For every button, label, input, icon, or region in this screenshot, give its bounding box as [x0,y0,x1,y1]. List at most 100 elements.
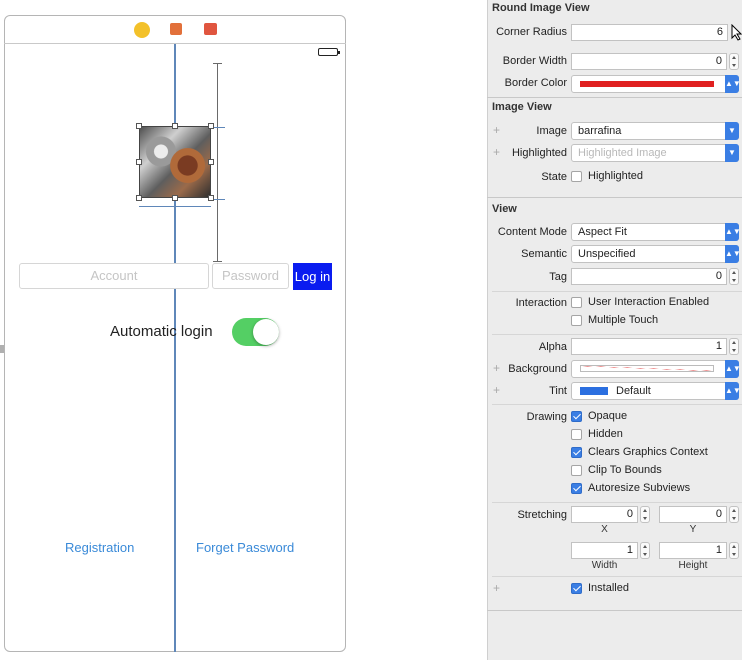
clear-color-swatch [580,365,714,372]
corner-radius-field[interactable]: 6 [571,24,728,41]
state-label: State [541,171,567,183]
chevron-updown-icon: ▲▼ [725,223,741,241]
alpha-field[interactable]: 1 [571,338,727,355]
resize-handle[interactable] [208,123,214,129]
resize-handle[interactable] [172,195,178,201]
clip-to-bounds-checkbox[interactable] [571,465,582,476]
y-caption: Y [689,524,697,535]
opaque-checkbox[interactable] [571,411,582,422]
semantic-popup[interactable]: Unspecified ▲▼ [571,245,741,263]
section-title-image-view: Image View [492,101,552,113]
stretch-height-stepper[interactable] [729,542,739,559]
divider [492,502,742,503]
semantic-label: Semantic [521,248,567,260]
section-divider [487,610,742,611]
stretch-height-field[interactable]: 1 [659,542,727,559]
resize-handle[interactable] [136,123,142,129]
divider [492,291,742,292]
user-interaction-label: User Interaction Enabled [588,296,710,308]
account-field[interactable]: Account [19,263,209,289]
divider [492,404,742,405]
stretch-x-field[interactable]: 0 [571,506,638,523]
drawing-label: Drawing [526,411,567,423]
background-label: Background [508,363,567,375]
chevron-down-icon: ▼ [725,144,739,162]
interaction-label: Interaction [515,297,567,309]
border-color-label: Border Color [504,77,567,89]
x-caption: X [601,524,608,535]
tag-label: Tag [549,271,567,283]
stretching-label: Stretching [517,509,567,521]
tag-stepper[interactable] [729,268,739,285]
battery-icon [318,48,340,56]
highlighted-checkbox[interactable] [571,171,582,182]
highlighted-image-placeholder: Highlighted Image [578,147,667,159]
switch-knob[interactable] [253,319,279,345]
entry-point-arrow [0,345,4,353]
autoresize-subviews-label: Autoresize Subviews [588,482,691,494]
resize-handle[interactable] [172,123,178,129]
forget-password-button[interactable]: Forget Password [196,540,294,555]
exit-icon[interactable] [204,23,217,35]
stretch-y-field[interactable]: 0 [659,506,727,523]
section-divider [487,197,742,198]
highlighted-checkbox-label: Highlighted [588,170,644,182]
tint-label: Tint [549,385,567,397]
add-variation-icon[interactable]: + [493,581,500,595]
border-color-swatch [580,81,714,87]
chevron-updown-icon: ▲▼ [725,75,741,93]
resize-handle[interactable] [208,195,214,201]
multiple-touch-label: Multiple Touch [588,314,659,326]
divider [492,576,742,577]
stretch-y-stepper[interactable] [729,506,739,523]
tint-color-popup[interactable]: Default ▲▼ [571,382,741,400]
section-title-round-image-view: Round Image View [492,2,590,14]
corner-radius-label: Corner Radius [496,26,567,38]
content-mode-popup[interactable]: Aspect Fit ▲▼ [571,223,741,241]
clears-graphics-context-label: Clears Graphics Context [588,446,708,458]
width-caption: Width [591,560,618,571]
login-button[interactable]: Log in [293,263,332,290]
registration-button[interactable]: Registration [65,540,134,555]
cursor-icon [730,23,742,41]
user-interaction-checkbox[interactable] [571,297,582,308]
chevron-updown-icon: ▲▼ [725,360,741,378]
height-caption: Height [678,560,708,571]
opaque-label: Opaque [588,410,628,422]
border-color-popup[interactable]: ▲▼ [571,75,741,93]
image-value: barrafina [578,125,622,137]
autoresize-subviews-checkbox[interactable] [571,483,582,494]
border-width-field[interactable]: 0 [571,53,727,70]
stretch-width-field[interactable]: 1 [571,542,638,559]
content-mode-label: Content Mode [497,226,567,238]
border-width-stepper[interactable] [729,53,739,70]
resize-handle[interactable] [136,195,142,201]
alpha-stepper[interactable] [729,338,739,355]
background-color-popup[interactable]: ▲▼ [571,360,741,378]
divider [492,334,742,335]
section-divider [487,97,742,98]
stretch-x-stepper[interactable] [640,506,650,523]
password-field[interactable]: Password [212,263,289,289]
first-responder-icon[interactable] [170,23,182,35]
chevron-updown-icon: ▲▼ [725,245,741,263]
semantic-value: Unspecified [578,248,636,260]
clears-graphics-context-checkbox[interactable] [571,447,582,458]
image-combo[interactable]: barrafina ▼ [571,122,739,140]
view-controller-icon[interactable] [134,22,150,38]
width-constraint-line [139,206,211,207]
highlighted-image-combo[interactable]: Highlighted Image ▼ [571,144,739,162]
chevron-updown-icon: ▲▼ [725,382,741,400]
stretch-width-stepper[interactable] [640,542,650,559]
tag-field[interactable]: 0 [571,268,727,285]
border-width-label: Border Width [502,55,567,67]
auto-login-label: Automatic login [110,323,213,340]
chevron-down-icon: ▼ [725,122,739,140]
resize-handle[interactable] [208,159,214,165]
multiple-touch-checkbox[interactable] [571,315,582,326]
resize-handle[interactable] [136,159,142,165]
tint-color-swatch [580,387,608,395]
hidden-checkbox[interactable] [571,429,582,440]
round-image-view[interactable] [139,126,211,198]
installed-checkbox[interactable] [571,583,582,594]
